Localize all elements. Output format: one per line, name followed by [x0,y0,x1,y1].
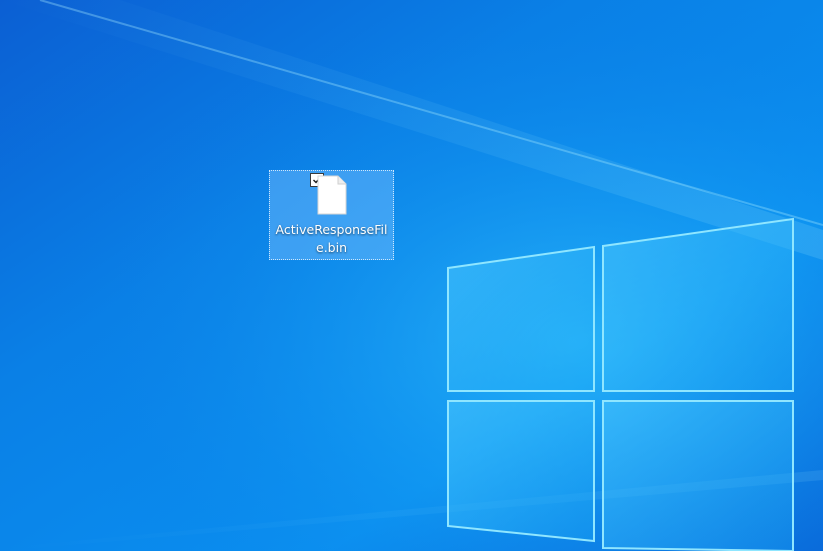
desktop[interactable]: ActiveResponseFile.bin [0,0,823,551]
file-name-label: ActiveResponseFile.bin [275,222,388,255]
desktop-file-item[interactable]: ActiveResponseFile.bin [269,170,394,260]
windows-wallpaper [0,0,823,551]
blank-file-icon [317,175,347,215]
